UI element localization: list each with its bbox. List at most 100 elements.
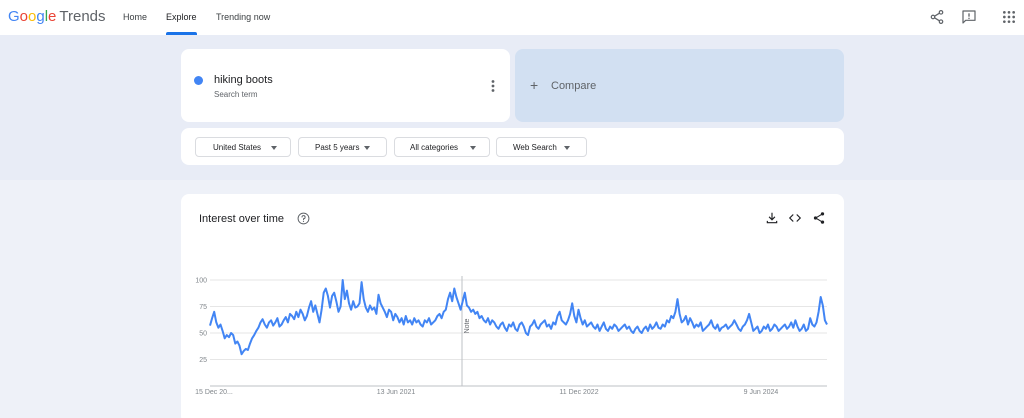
data-point [713, 326, 714, 327]
data-point [656, 322, 657, 323]
data-point [475, 313, 476, 314]
data-point [727, 328, 728, 329]
data-point [761, 330, 762, 331]
data-point [719, 330, 720, 331]
y-tick-label: 25 [199, 357, 207, 364]
data-point [466, 305, 467, 306]
data-point [416, 322, 417, 323]
data-point [355, 307, 356, 308]
data-point [268, 322, 269, 323]
search-type-dropdown[interactable]: Web Search [496, 137, 587, 157]
data-point [753, 330, 754, 331]
data-point [241, 354, 242, 355]
search-term-name[interactable]: hiking boots [214, 74, 273, 86]
data-point [273, 325, 274, 326]
data-point [243, 350, 244, 351]
compare-button[interactable]: + Compare [515, 49, 844, 122]
region-dropdown-label: United States [213, 143, 262, 152]
share-icon[interactable] [929, 9, 945, 25]
data-point [252, 338, 253, 339]
data-point [679, 313, 680, 314]
google-trends-logo[interactable]: Google Trends [8, 8, 106, 25]
filters-bar: United States Past 5 years All categorie… [181, 128, 844, 165]
data-point [367, 311, 368, 312]
more-vert-icon[interactable] [487, 79, 499, 93]
data-point [814, 326, 815, 327]
data-point [306, 315, 307, 316]
data-point [287, 322, 288, 323]
data-point [254, 335, 255, 336]
data-point [338, 311, 339, 312]
data-point [586, 326, 587, 327]
data-point [382, 307, 383, 308]
data-point [473, 309, 474, 310]
data-point [433, 322, 434, 323]
data-point [826, 324, 827, 325]
nav-home[interactable]: Home [123, 12, 147, 22]
data-point [599, 330, 600, 331]
data-point [348, 303, 349, 304]
data-point [624, 324, 625, 325]
data-point [519, 324, 520, 325]
region-dropdown[interactable]: United States [195, 137, 291, 157]
data-point [774, 324, 775, 325]
data-point [816, 322, 817, 323]
data-point [279, 326, 280, 327]
data-point [327, 295, 328, 296]
data-point [374, 307, 375, 308]
data-point [458, 303, 459, 304]
nav-trending-now[interactable]: Trending now [216, 12, 270, 22]
data-point [633, 332, 634, 333]
data-point [578, 309, 579, 310]
interest-over-time-card: Interest over time 25 50 75 100 15 Dec 20...… [181, 194, 844, 418]
data-point [517, 330, 518, 331]
data-point [563, 322, 564, 323]
data-point [220, 324, 221, 325]
data-point [311, 301, 312, 302]
time-range-dropdown[interactable]: Past 5 years [298, 137, 387, 157]
data-point [216, 322, 217, 323]
data-point [494, 322, 495, 323]
category-dropdown[interactable]: All categories [394, 137, 490, 157]
interest-line-chart[interactable]: 25 50 75 100 15 Dec 20... 13 Jun 2021 11 Dec 2… [181, 194, 844, 418]
data-point [723, 326, 724, 327]
data-point [791, 322, 792, 323]
data-point [445, 309, 446, 310]
data-point [698, 326, 699, 327]
data-point [647, 330, 648, 331]
data-point [334, 292, 335, 293]
nav-explore[interactable]: Explore [166, 12, 197, 22]
data-point [256, 330, 257, 331]
data-point [776, 326, 777, 327]
data-point [692, 322, 693, 323]
search-term-card[interactable]: hiking boots Search term [181, 49, 510, 122]
data-point [439, 313, 440, 314]
data-point [298, 317, 299, 318]
data-point [780, 328, 781, 329]
caret-down-icon [271, 146, 277, 150]
apps-grid-icon[interactable] [1001, 9, 1017, 25]
data-point [323, 292, 324, 293]
data-point [767, 324, 768, 325]
data-point [645, 326, 646, 327]
data-point [329, 307, 330, 308]
data-point [325, 288, 326, 289]
data-point [361, 282, 362, 283]
data-point [321, 309, 322, 310]
data-point [742, 326, 743, 327]
feedback-icon[interactable] [961, 9, 977, 25]
data-point [635, 328, 636, 329]
data-point [317, 313, 318, 314]
data-point [283, 320, 284, 321]
data-point [428, 318, 429, 319]
data-point [593, 326, 594, 327]
data-point [454, 288, 455, 289]
data-point [757, 326, 758, 327]
data-point [605, 328, 606, 329]
data-point [622, 326, 623, 327]
data-point [536, 326, 537, 327]
category-dropdown-label: All categories [410, 143, 459, 152]
data-point [319, 322, 320, 323]
data-point [734, 320, 735, 321]
data-point [380, 303, 381, 304]
